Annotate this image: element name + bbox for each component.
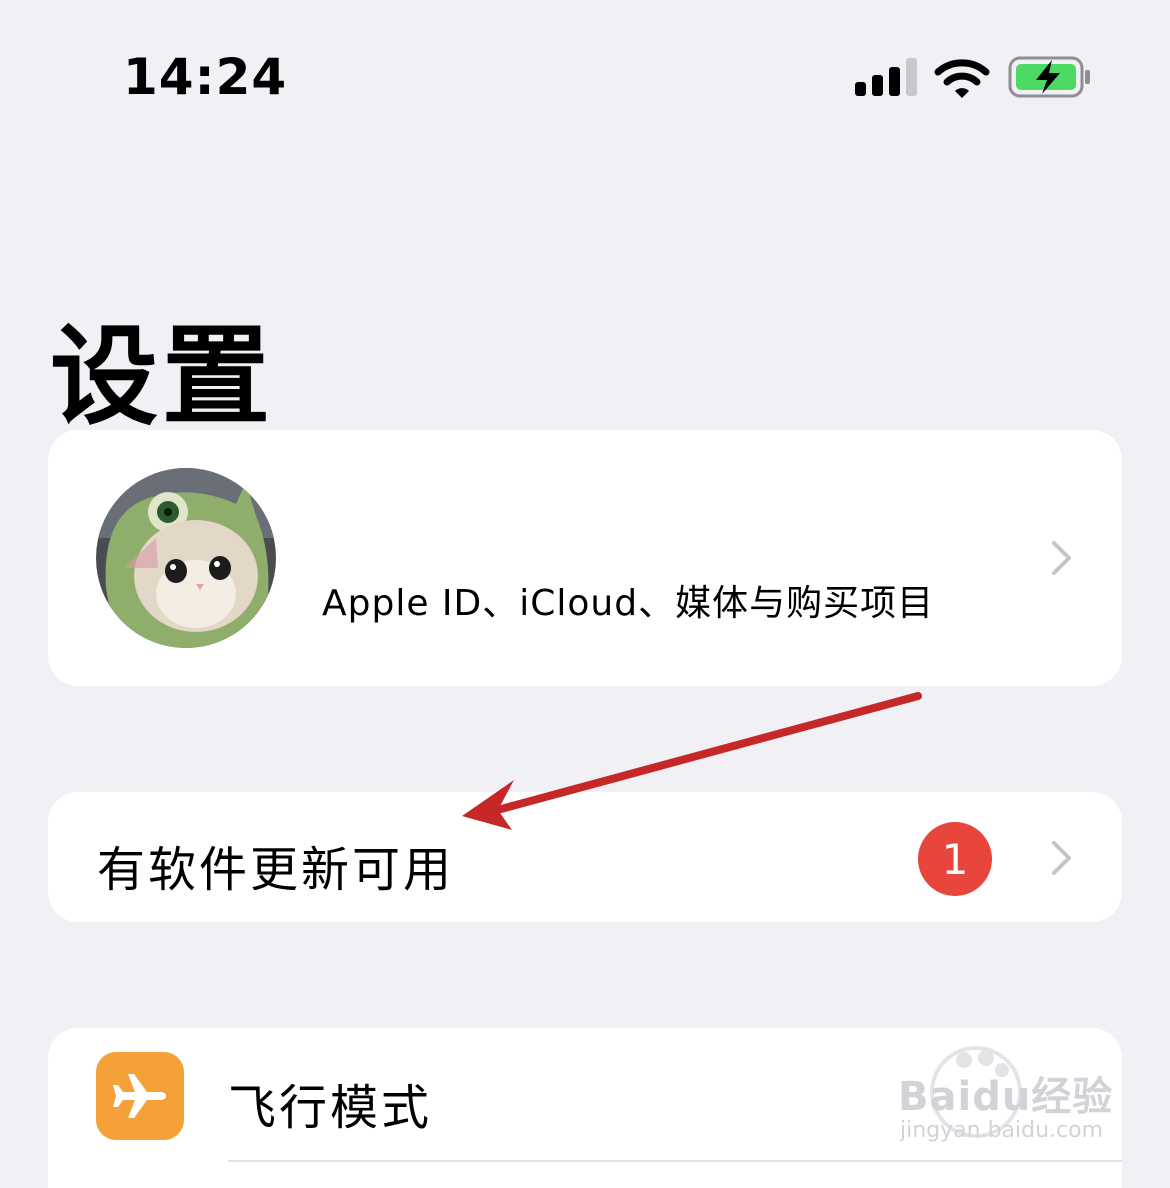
- chevron-right-icon: [1052, 541, 1071, 575]
- status-time: 14:24: [123, 48, 288, 106]
- watermark-text: Baidu经验: [898, 1074, 1114, 1120]
- airplane-mode-label[interactable]: 飞行模式: [228, 1068, 432, 1138]
- cat-avatar-image: [96, 468, 276, 648]
- cellular-signal-icon: [855, 58, 917, 96]
- notification-badge: 1: [918, 822, 992, 896]
- apple-id-subtitle: Apple ID、iCloud、媒体与购买项目: [322, 583, 935, 624]
- page-title: 设置: [50, 315, 275, 440]
- row-divider: [228, 1160, 1122, 1162]
- avatar[interactable]: [96, 468, 276, 648]
- chevron-right-icon: [1052, 841, 1071, 875]
- airplane-mode-icon-tile: [96, 1052, 184, 1140]
- airplane-icon: [113, 1074, 166, 1118]
- battery-charging-icon: [1008, 56, 1090, 98]
- watermark-url: jingyan.baidu.com: [900, 1118, 1104, 1143]
- software-update-label: 有软件更新可用: [97, 842, 455, 898]
- wifi-icon: [934, 59, 990, 98]
